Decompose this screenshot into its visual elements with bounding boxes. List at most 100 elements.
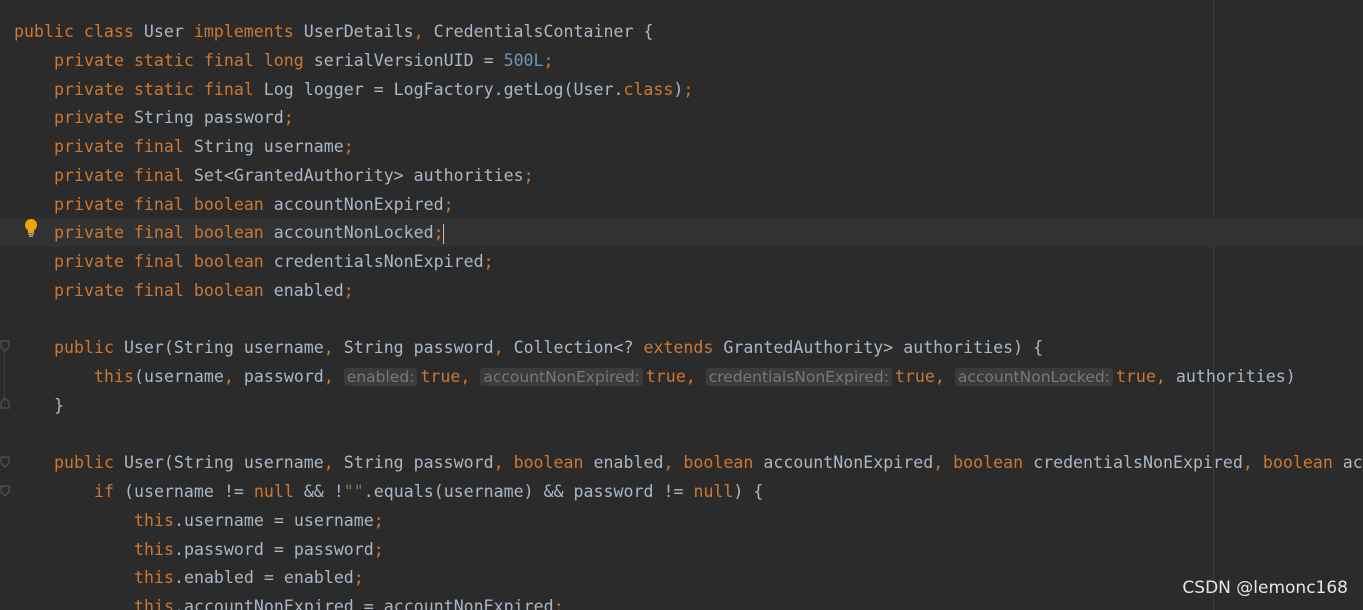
code-line[interactable]: this.username = username; [0, 506, 1363, 535]
code-token: if [94, 482, 124, 501]
parameter-hint: accountNonExpired: [480, 368, 643, 386]
code-token: ; [553, 597, 564, 610]
code-token: this [134, 597, 174, 610]
code-token: this [134, 568, 174, 587]
code-token: ; [543, 51, 554, 70]
code-token: } [54, 396, 64, 415]
code-token: String password [343, 453, 494, 472]
code-token: UserDetails [303, 22, 414, 41]
code-line[interactable]: this(username, password, enabled: true, a… [0, 362, 1363, 391]
code-editor[interactable]: public class User implements UserDetails… [0, 0, 1363, 610]
code-line[interactable]: private final boolean accountNonLocked; [0, 218, 1363, 247]
code-token: String password [133, 108, 284, 127]
code-token: private final boolean [54, 223, 274, 242]
code-token: ) { [733, 482, 764, 501]
code-token: private static final long [54, 51, 314, 70]
code-token: ac [1342, 453, 1363, 472]
code-token: User(String username [123, 453, 324, 472]
code-token: GrantedAuthority> authorities) { [723, 338, 1044, 357]
code-token: public [54, 453, 124, 472]
code-token: enabled [593, 453, 664, 472]
code-token: class [623, 80, 674, 99]
code-token: accountNonExpired [273, 195, 444, 214]
code-token: this [134, 511, 174, 530]
code-token: String username [193, 137, 344, 156]
code-line[interactable]: public class User implements UserDetails… [0, 17, 1363, 46]
code-line[interactable]: private static final Log logger = LogFac… [0, 75, 1363, 104]
code-token: ; [443, 195, 454, 214]
code-line[interactable]: private final boolean accountNonExpired; [0, 190, 1363, 219]
fold-marker-icon[interactable] [0, 340, 10, 352]
code-token: public [54, 338, 124, 357]
code-token: User [143, 22, 194, 41]
code-token: true, [894, 367, 955, 386]
code-token: credentialsNonExpired [273, 252, 484, 271]
text-caret [442, 223, 445, 244]
code-line[interactable]: this.enabled = enabled; [0, 563, 1363, 592]
code-token: private final boolean [54, 252, 274, 271]
code-token: .accountNonExpired = accountNonExpired [173, 597, 554, 610]
code-line[interactable]: public User(String username, String pass… [0, 448, 1363, 477]
code-line[interactable]: private static final long serialVersionU… [0, 46, 1363, 75]
code-line[interactable] [0, 305, 1363, 334]
code-token: true, [645, 367, 706, 386]
code-token: 500L [503, 51, 544, 70]
code-token: , [413, 22, 434, 41]
fold-guide [4, 352, 5, 402]
code-token: password [243, 367, 324, 386]
code-token: (username [133, 367, 224, 386]
code-token: ; [373, 540, 384, 559]
code-token: .password = password [173, 540, 374, 559]
code-token: Log logger = LogFactory.getLog(User. [263, 80, 624, 99]
code-line[interactable]: if (username != null && !"".equals(usern… [0, 477, 1363, 506]
code-token: accountNonLocked [273, 223, 434, 242]
code-token: true, [420, 367, 481, 386]
code-token: .username = username [173, 511, 374, 530]
code-token: this [134, 540, 174, 559]
code-line[interactable]: private String password; [0, 103, 1363, 132]
code-token: Collection<? [513, 338, 644, 357]
code-token: implements [193, 22, 304, 41]
code-token: credentialsNonExpired [1033, 453, 1243, 472]
code-line[interactable]: private final String username; [0, 132, 1363, 161]
fold-marker-icon[interactable] [0, 397, 10, 409]
code-token: public class [14, 22, 144, 41]
code-token: authorities) [1175, 367, 1296, 386]
code-token: private final [54, 137, 194, 156]
code-token: true, [1115, 367, 1176, 386]
code-line[interactable]: this.accountNonExpired = accountNonExpir… [0, 592, 1363, 610]
code-token: this [94, 367, 134, 386]
code-token: null [693, 482, 734, 501]
fold-marker-icon[interactable] [0, 485, 10, 497]
code-token: private final [54, 166, 194, 185]
code-token: , [223, 367, 244, 386]
code-line[interactable]: private final Set<GrantedAuthority> auth… [0, 161, 1363, 190]
code-line[interactable]: private final boolean enabled; [0, 276, 1363, 305]
code-line[interactable]: } [0, 391, 1363, 420]
code-line[interactable]: public User(String username, String pass… [0, 333, 1363, 362]
lightbulb-icon[interactable] [23, 218, 39, 238]
parameter-hint: enabled: [343, 368, 418, 386]
code-token: , [323, 338, 344, 357]
code-token: Set<GrantedAuthority> authorities [193, 166, 524, 185]
code-token: , boolean [493, 453, 594, 472]
code-token: , [323, 453, 344, 472]
fold-marker-icon[interactable] [0, 456, 10, 468]
code-line[interactable] [0, 420, 1363, 449]
code-line[interactable]: this.password = password; [0, 535, 1363, 564]
code-token: CredentialsContainer { [433, 22, 654, 41]
parameter-hint: accountNonLocked: [954, 368, 1113, 386]
code-token: extends [643, 338, 724, 357]
code-token: (username != [123, 482, 254, 501]
code-token: , [493, 338, 514, 357]
code-token: serialVersionUID = [313, 51, 504, 70]
code-token: ; [373, 511, 384, 530]
code-token: accountNonExpired [763, 453, 934, 472]
code-token: enabled [273, 281, 344, 300]
code-line[interactable]: private final boolean credentialsNonExpi… [0, 247, 1363, 276]
code-token: ) [673, 80, 684, 99]
code-token: ; [353, 568, 364, 587]
code-token: private final boolean [54, 281, 274, 300]
code-token: && ! [303, 482, 344, 501]
code-token: ; [343, 281, 354, 300]
